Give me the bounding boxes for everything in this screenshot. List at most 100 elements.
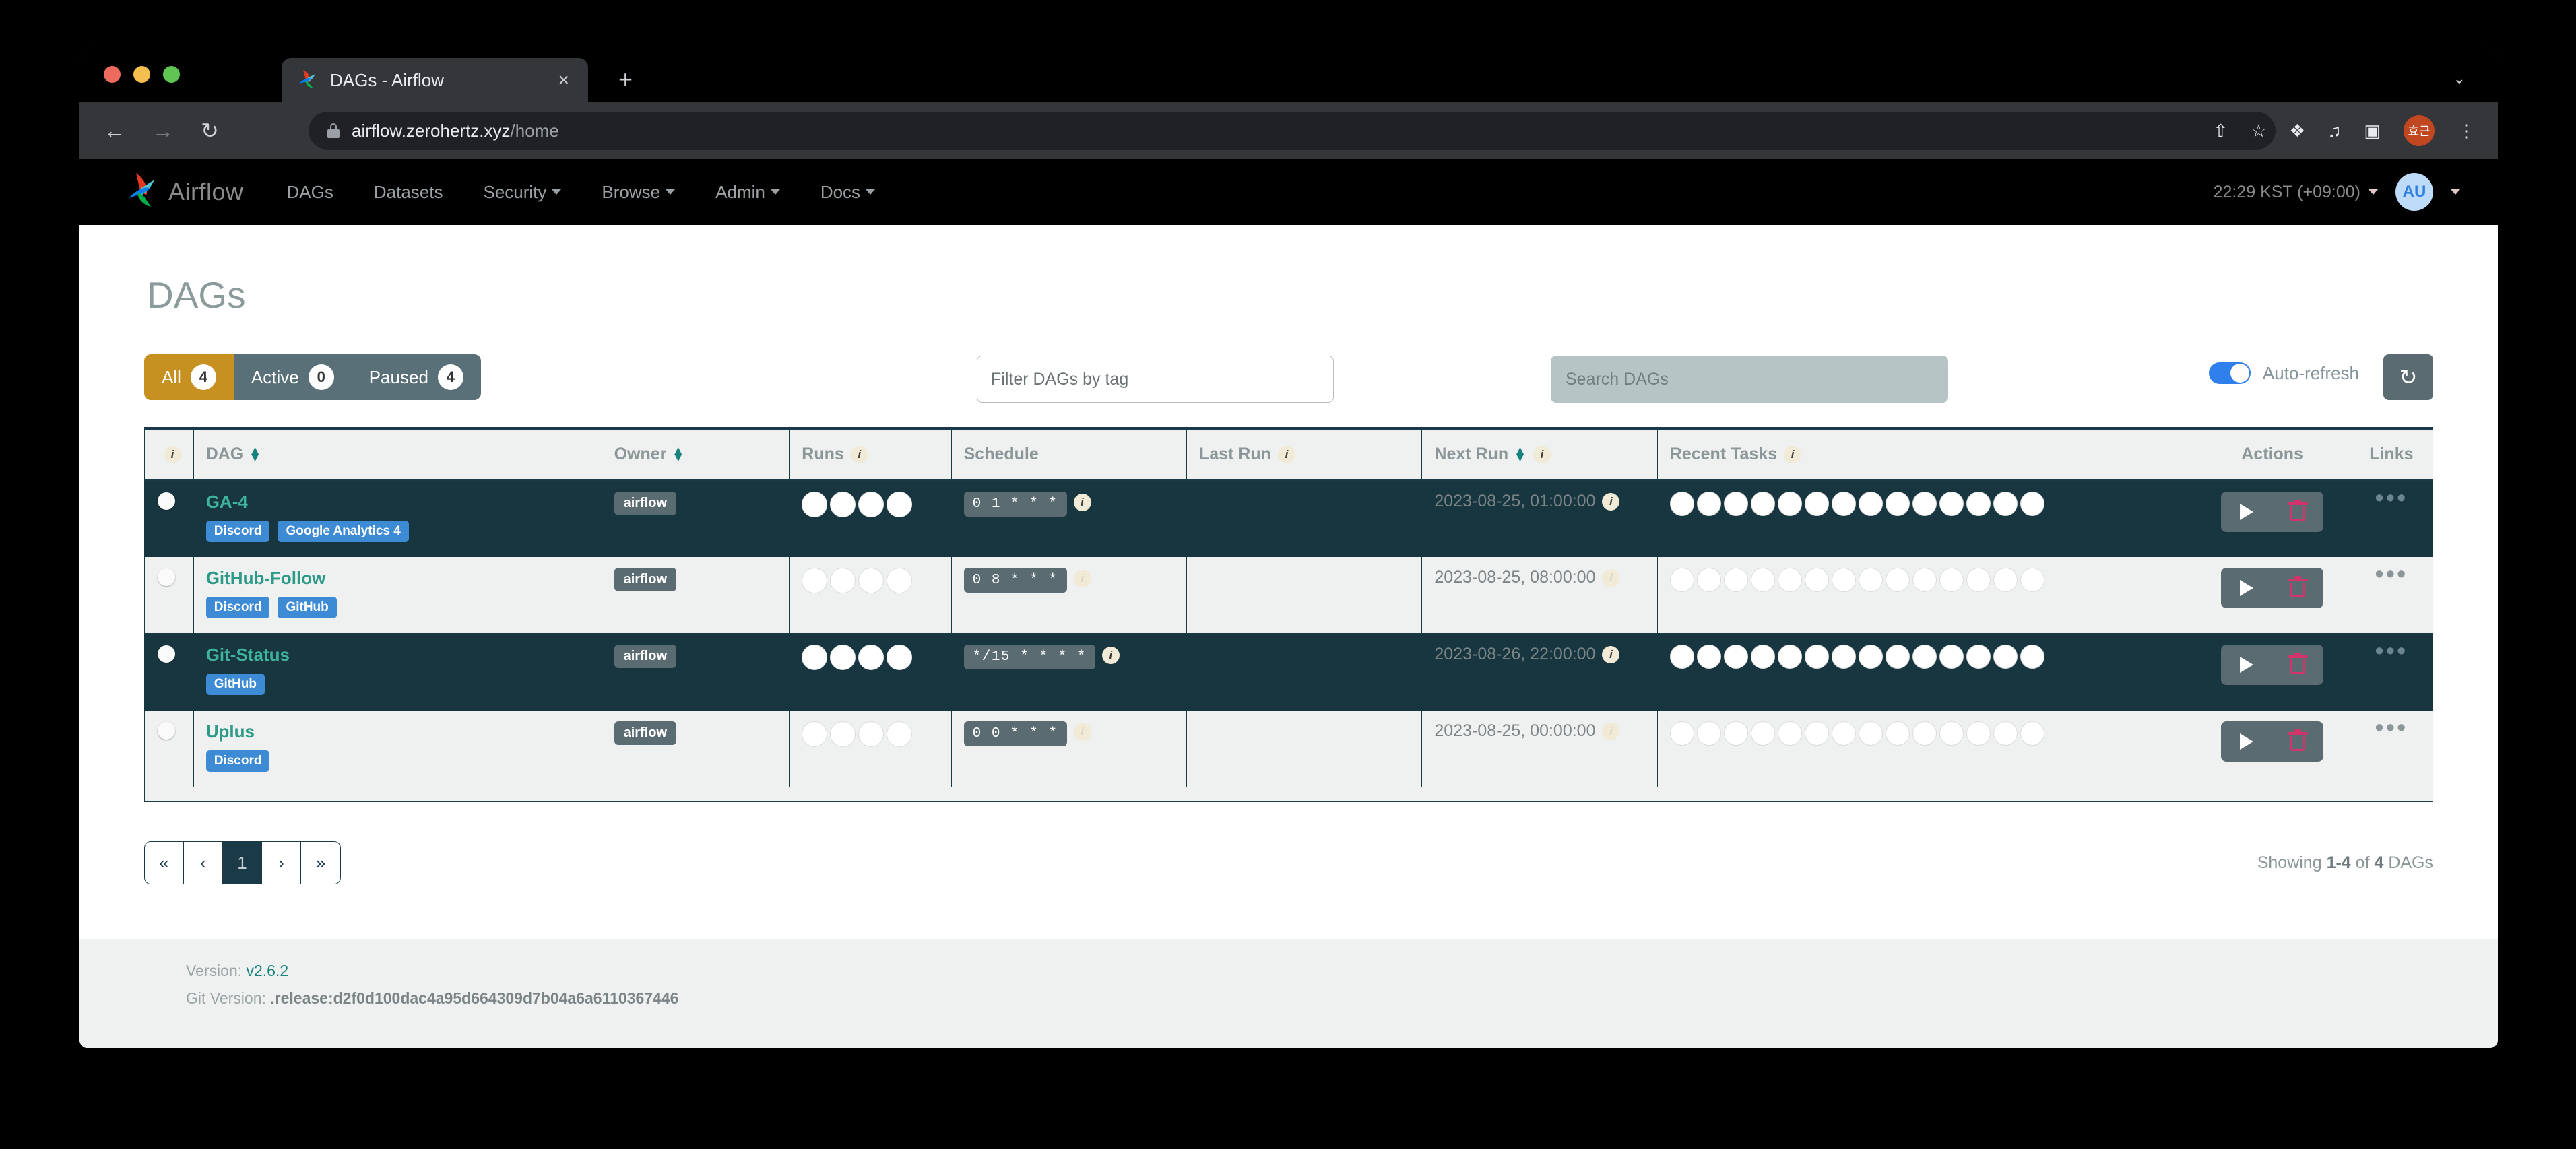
new-tab-button[interactable]: + <box>618 67 633 92</box>
task-status-circle[interactable] <box>1804 492 1829 516</box>
task-status-circle[interactable] <box>1885 645 1910 669</box>
task-status-circle[interactable] <box>1696 721 1721 746</box>
run-status-circle[interactable] <box>830 492 856 517</box>
run-status-circle[interactable] <box>858 492 884 517</box>
dag-owner-badge[interactable]: airflow <box>614 645 677 668</box>
address-bar[interactable]: airflow.zerohertz.xyz /home <box>309 112 2276 150</box>
dag-tag[interactable]: GitHub <box>205 674 265 695</box>
maximize-window-icon[interactable] <box>163 66 180 83</box>
run-status-circle[interactable] <box>887 721 913 747</box>
pagination-next[interactable]: › <box>262 842 301 884</box>
task-status-circle[interactable] <box>1858 721 1883 746</box>
dag-links-menu[interactable]: ••• <box>2375 637 2408 665</box>
run-status-circle[interactable] <box>802 721 828 747</box>
pagination-last[interactable]: » <box>301 842 340 884</box>
task-status-circle[interactable] <box>1777 568 1802 592</box>
dag-owner-badge[interactable]: airflow <box>614 721 677 745</box>
task-status-circle[interactable] <box>1723 645 1748 669</box>
info-icon[interactable]: i <box>1073 494 1091 512</box>
task-status-circle[interactable] <box>1831 645 1856 669</box>
task-status-circle[interactable] <box>1966 721 1991 746</box>
pagination-prev[interactable]: ‹ <box>184 842 223 884</box>
info-icon[interactable]: i <box>1277 446 1295 464</box>
bookmark-star-icon[interactable]: ☆ <box>2251 122 2266 139</box>
run-status-circle[interactable] <box>802 492 828 517</box>
task-status-circle[interactable] <box>1912 568 1937 592</box>
search-input[interactable]: Search DAGs <box>1551 356 1948 403</box>
task-status-circle[interactable] <box>1750 492 1775 516</box>
task-status-circle[interactable] <box>1777 492 1802 516</box>
airflow-brand[interactable]: Airflow <box>124 171 244 214</box>
task-status-circle[interactable] <box>2020 492 2044 516</box>
nav-item-admin[interactable]: Admin <box>715 182 780 203</box>
user-avatar[interactable]: AU <box>2395 173 2433 211</box>
trigger-dag-button[interactable] <box>2221 568 2272 608</box>
dag-name-link[interactable]: GA-4 <box>206 492 589 513</box>
run-status-circle[interactable] <box>830 568 856 593</box>
delete-dag-button[interactable] <box>2272 492 2323 532</box>
dag-tag[interactable]: Discord <box>205 521 270 542</box>
task-status-circle[interactable] <box>1939 568 1964 592</box>
nav-item-datasets[interactable]: Datasets <box>374 182 443 203</box>
dag-name-link[interactable]: GitHub-Follow <box>206 568 589 589</box>
task-status-circle[interactable] <box>1804 645 1829 669</box>
dag-owner-badge[interactable]: airflow <box>614 568 677 591</box>
back-icon[interactable]: ← <box>104 120 125 141</box>
timezone-selector[interactable]: 22:29 KST (+09:00) <box>2214 183 2378 202</box>
nav-item-browse[interactable]: Browse <box>602 182 676 203</box>
extensions-puzzle-icon[interactable]: ❖ <box>2290 122 2305 139</box>
task-status-circle[interactable] <box>1750 645 1775 669</box>
chevron-down-icon[interactable] <box>2451 189 2460 195</box>
info-icon[interactable]: i <box>850 446 868 464</box>
run-status-circle[interactable] <box>887 645 913 670</box>
browser-profile-avatar[interactable]: 효근 <box>2404 115 2435 146</box>
tag-filter-input[interactable]: Filter DAGs by tag <box>977 356 1334 403</box>
task-status-circle[interactable] <box>1939 645 1964 669</box>
task-status-circle[interactable] <box>1723 568 1748 592</box>
task-status-circle[interactable] <box>1750 568 1775 592</box>
filter-pill-active[interactable]: Active 0 <box>233 354 352 400</box>
dag-tag[interactable]: Discord <box>205 750 270 772</box>
task-status-circle[interactable] <box>1669 492 1694 516</box>
close-tab-icon[interactable]: × <box>553 71 575 90</box>
table-row[interactable]: GA-4 Discord Google Analytics 4 airflow 0 1 … <box>144 480 2434 557</box>
refresh-button[interactable]: ↻ <box>2383 354 2433 400</box>
run-status-circle[interactable] <box>887 568 913 593</box>
table-row[interactable]: Uplus Discord airflow 0 0 * * * i 2023-08-25,… <box>144 710 2434 787</box>
close-window-icon[interactable] <box>104 66 121 83</box>
task-status-circle[interactable] <box>1993 721 2018 746</box>
task-status-circle[interactable] <box>1723 721 1748 746</box>
task-status-circle[interactable] <box>2020 645 2044 669</box>
info-icon[interactable]: i <box>1602 723 1620 741</box>
header-owner[interactable]: Owner ▲ ▼ <box>601 427 790 481</box>
run-status-circle[interactable] <box>830 645 856 670</box>
forward-icon[interactable]: → <box>152 120 174 141</box>
info-icon[interactable]: i <box>164 446 181 464</box>
info-icon[interactable]: i <box>1784 446 1802 464</box>
task-status-circle[interactable] <box>2020 568 2044 592</box>
media-playlist-icon[interactable]: ♫ <box>2328 122 2342 139</box>
task-status-circle[interactable] <box>1831 721 1856 746</box>
task-status-circle[interactable] <box>1831 568 1856 592</box>
delete-dag-button[interactable] <box>2272 721 2323 762</box>
task-status-circle[interactable] <box>1831 492 1856 516</box>
pagination-first[interactable]: « <box>145 842 184 884</box>
header-dag[interactable]: DAG ▲ ▼ <box>193 427 602 481</box>
task-status-circle[interactable] <box>1993 568 2018 592</box>
reload-icon[interactable]: ↻ <box>201 120 219 141</box>
run-status-circle[interactable] <box>802 568 828 593</box>
run-status-circle[interactable] <box>858 568 884 593</box>
dag-owner-badge[interactable]: airflow <box>614 492 677 515</box>
nav-item-docs[interactable]: Docs <box>820 182 876 203</box>
info-icon[interactable]: i <box>1602 569 1620 587</box>
info-icon[interactable]: i <box>1533 446 1551 464</box>
task-status-circle[interactable] <box>2020 721 2044 746</box>
run-status-circle[interactable] <box>858 721 884 747</box>
trigger-dag-button[interactable] <box>2221 645 2272 685</box>
task-status-circle[interactable] <box>1966 492 1991 516</box>
info-icon[interactable]: i <box>1101 647 1120 665</box>
dag-links-menu[interactable]: ••• <box>2375 560 2408 589</box>
task-status-circle[interactable] <box>1939 721 1964 746</box>
task-status-circle[interactable] <box>1939 492 1964 516</box>
task-status-circle[interactable] <box>1696 492 1721 516</box>
